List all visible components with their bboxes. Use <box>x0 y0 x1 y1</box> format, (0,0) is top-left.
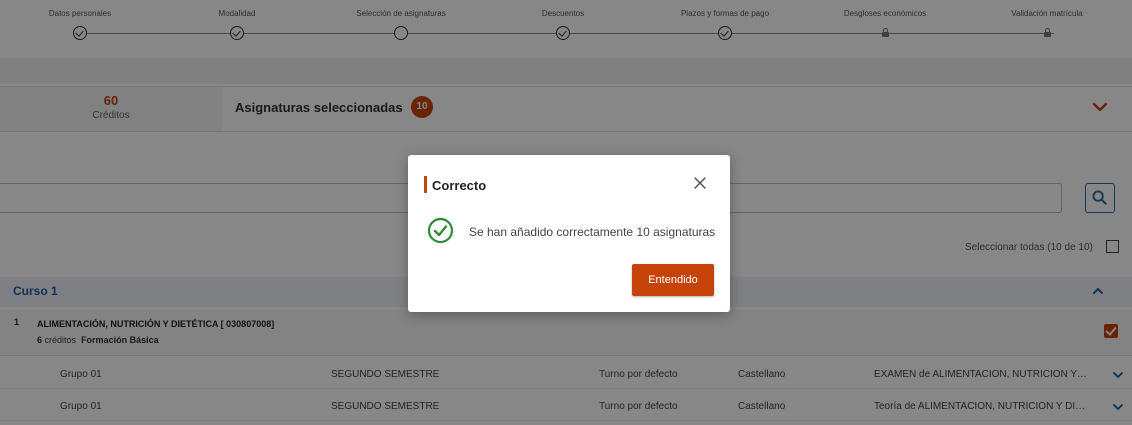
dialog-title: Correcto <box>432 178 487 193</box>
check-circle-icon <box>427 217 454 244</box>
dialog-message: Se han añadido correctamente 10 asignatu… <box>469 225 716 239</box>
confirm-button[interactable]: Entendido <box>632 264 714 296</box>
title-accent-bar <box>424 176 427 193</box>
close-icon[interactable] <box>692 175 708 191</box>
success-dialog: Correcto Se han añadido correctamente 10… <box>408 155 730 312</box>
